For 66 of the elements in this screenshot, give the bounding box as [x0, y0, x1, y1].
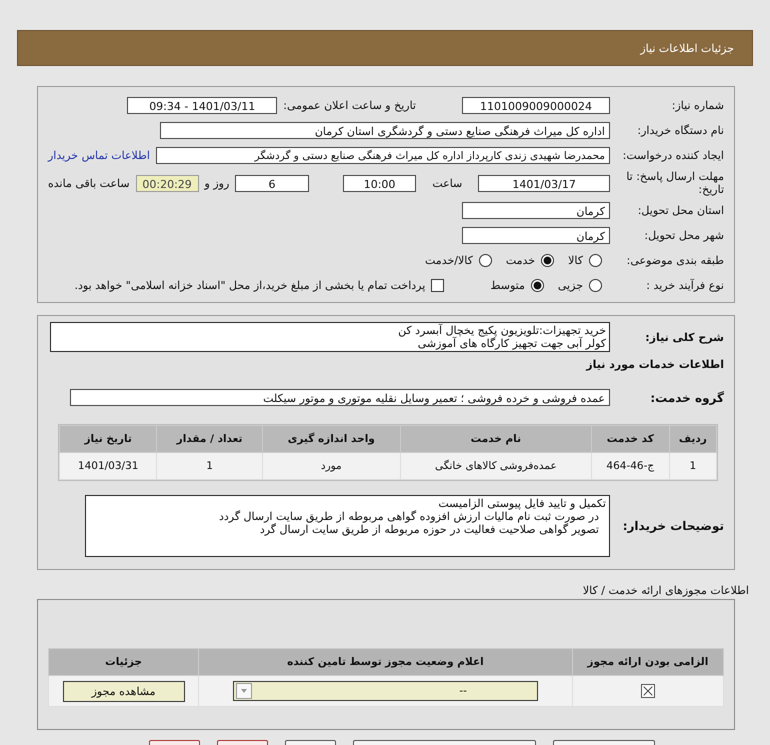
contact-link[interactable]: اطلاعات تماس خریدار: [48, 149, 150, 162]
field-label: گروه خدمت:: [649, 390, 724, 404]
text-field[interactable]: 6: [235, 174, 309, 192]
field-label: طبقه بندی موضوعی:: [626, 254, 724, 267]
field-label: شهر محل تحویل:: [643, 229, 724, 242]
view-permit-button[interactable]: مشاهده مجوز: [62, 680, 185, 702]
text-field[interactable]: 10:00: [342, 174, 416, 192]
radio-button[interactable]: [478, 254, 492, 267]
field-label: ایجاد کننده درخواست:: [622, 149, 724, 162]
table-cell: ج-46-464: [591, 452, 670, 480]
field-label: روز و: [204, 176, 230, 190]
text-line: تکمیل و تایید فایل پیوستی الزامیست: [437, 497, 606, 510]
field-label: نوع فرآیند خرید :: [645, 279, 724, 292]
dropdown-value: --: [459, 685, 467, 697]
column-header: واحد اندازه گیری: [262, 426, 400, 452]
column-header: تاریخ نیاز: [60, 426, 157, 452]
text-field[interactable]: 1401/03/17: [478, 174, 610, 192]
radio-button[interactable]: [541, 254, 554, 267]
column-header: تعداد / مقدار: [156, 426, 262, 452]
page-title: جزئیات اطلاعات نیاز: [640, 42, 734, 54]
field-label: مهلت ارسال پاسخ: تا تاریخ:: [625, 170, 724, 196]
option-label: جزیی: [558, 279, 583, 292]
table-cell: عمده‌فروشی کالاهای خانگی: [400, 452, 592, 480]
field-label: توضیحات خریدار:: [622, 519, 724, 533]
field-label: شماره نیاز:: [670, 99, 724, 112]
text-field[interactable]: 1401/03/11 - 09:34: [127, 97, 278, 114]
text-line: در صورت ثبت نام مالیات ارزش افزوده گواهی مربوطه از طریق سایت ارسال گردد: [218, 510, 600, 523]
option-label: خدمت: [506, 254, 536, 267]
section-title: اطلاعات خدمات مورد نیاز: [586, 358, 724, 371]
field-label: نام دستگاه خریدار:: [636, 124, 724, 137]
radio-button[interactable]: [530, 279, 544, 292]
option-label: کالا/خدمت: [425, 254, 473, 267]
table-cell: مورد: [262, 452, 400, 480]
text-field[interactable]: عمده فروشی و خرده فروشی ؛ تعمیر وسایل نقلیه موتوری و موتور سیکلت: [70, 389, 610, 406]
dropdown[interactable]: --: [232, 681, 538, 701]
countdown-field: 00:20:29: [136, 174, 199, 192]
column-header: الزامی بودن ارائه مجوز: [572, 648, 724, 676]
checkbox[interactable]: [431, 279, 444, 292]
column-header: اعلام وضعیت مجوز توسط تامین کننده: [198, 648, 572, 676]
field-label: تاریخ و ساعت اعلان عمومی:: [283, 99, 416, 112]
text-field[interactable]: 1101009009000024: [462, 97, 610, 114]
column-header: ردیف: [669, 426, 716, 452]
table-cell: 1401/03/31: [60, 452, 157, 480]
text-field[interactable]: اداره کل میراث فرهنگی صنایع دستی و گردشگری استان کرمان: [160, 122, 610, 139]
checkbox-label: پرداخت تمام یا بخشی از مبلغ خرید،از محل "اسناد خزانه اسلامی" خواهد بود.: [74, 279, 426, 292]
text-line: کولر آبی جهت تجهیز کارگاه های آموزشی: [418, 337, 606, 350]
column-header: جزئیات: [48, 648, 199, 676]
section-title: اطلاعات مجوزهای ارائه خدمت / کالا: [582, 584, 750, 597]
text-field[interactable]: کرمان: [462, 202, 610, 219]
field-label: استان محل تحویل:: [636, 204, 724, 217]
text-line: تصویر گواهی صلاحیت فعالیت در حوزه مربوطه از طریق سایت ارسال گرد: [258, 523, 600, 536]
table-cell: 1: [156, 452, 262, 480]
radio-button[interactable]: [589, 279, 602, 292]
option-label: متوسط: [490, 279, 525, 292]
option-label: کالا: [568, 254, 583, 267]
text-field[interactable]: محمدرضا شهیدی زندی کارپرداز اداره کل میراث فرهنگی صنایع دستی و گردشگر: [156, 147, 610, 164]
field-label: ساعت: [432, 176, 462, 190]
column-header: کد خدمت: [591, 426, 670, 452]
field-label: ساعت باقی مانده: [48, 176, 130, 190]
text-line: خرید تجهیزات:تلویزیون پکیج یخچال آبسرد کن: [397, 324, 606, 337]
checkbox[interactable]: [640, 684, 655, 698]
field-label: شرح کلی نیاز:: [644, 330, 724, 344]
radio-button[interactable]: [589, 254, 602, 267]
text-field[interactable]: کرمان: [462, 227, 610, 244]
column-header: نام خدمت: [400, 426, 592, 452]
table-cell: 1: [669, 452, 716, 480]
